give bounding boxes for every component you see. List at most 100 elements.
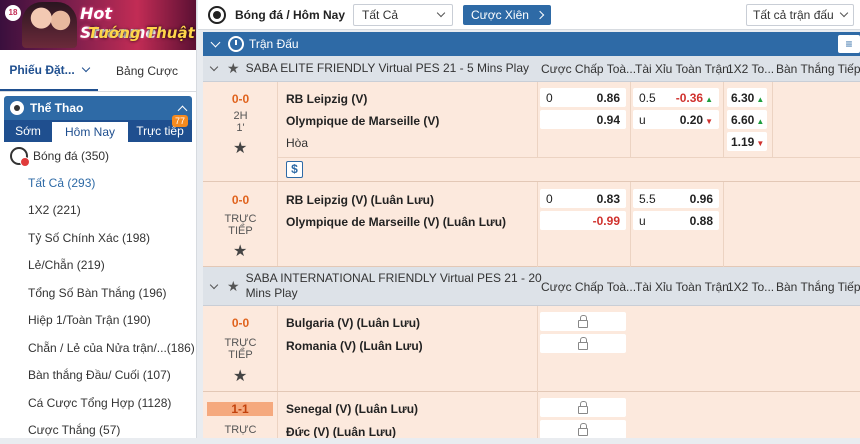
odds-value: 0.83 [597,192,620,206]
tab-bet-slip[interactable]: Phiếu Đặt... [0,50,98,91]
league-header[interactable]: ★ SABA ELITE FRIENDLY Virtual PES 21 - 5… [203,56,860,82]
market-item[interactable]: Chẵn / Lẻ của Nửa trận/...(186) [0,334,196,362]
handicap-home-cell[interactable]: 00.83 [540,189,626,208]
market-item-label: Tất Cả (293) [28,176,95,190]
odds-value: -0.99 [593,214,620,228]
locked-odds-cell[interactable] [540,334,626,353]
row-divider [278,157,860,158]
time-tabs: Sớm Hôm Nay Trực tiếp77 [4,120,192,142]
chevron-down-icon[interactable] [210,280,218,288]
match-row: 0-0TRỰCTIẾP★RB Leipzig (V) (Luân Lưu)Oly… [203,182,860,267]
column-divider [630,182,631,267]
star-icon[interactable]: ★ [227,278,240,295]
menu-icon[interactable]: ≡ [838,35,860,53]
market-filter-select[interactable]: Tất Cả [353,4,453,26]
odds-value: 0.94 [597,113,620,127]
column-divider [537,182,538,267]
star-icon[interactable]: ★ [233,366,247,386]
more-markets-icon[interactable]: $ [286,161,303,178]
top-bar: Bóng đá / Hôm Nay Tất Cả Cược Xiên Tất c… [198,0,860,30]
odds-line: u [639,113,646,127]
draw-label: Hòa [286,136,308,150]
odds-value: -0.36 [676,91,703,105]
section-title: Trận Đấu [249,37,299,51]
x12-odds-value: 6.30 [731,91,754,105]
sport-title: Thể Thao [30,101,83,115]
odds-value-wrap: 0.83 [597,192,620,206]
col-handicap: Cược Chấp Toà... [541,280,636,294]
tab-bet-table[interactable]: Bảng Cược [98,50,196,91]
category-soccer[interactable]: Bóng đá (350) [0,142,196,169]
sport-header[interactable]: Thể Thao [4,96,192,120]
market-item[interactable]: Tỷ Số Chính Xác (198) [0,224,196,252]
section-header[interactable]: Trận Đấu ≡ [203,32,860,56]
chevron-down-icon[interactable] [211,38,221,48]
lock-icon [578,342,588,350]
column-divider [537,392,538,438]
match-score: 0-0 [203,92,278,106]
tab-early[interactable]: Sớm [4,120,52,142]
match-status-2: TIẾP [203,349,278,361]
market-item[interactable]: Tổng Số Bàn Thắng (196) [0,279,196,307]
x12-cell[interactable]: 6.60▲ [727,110,767,129]
trend-up-icon: ▲ [756,95,764,104]
tab-live[interactable]: Trực tiếp77 [128,120,192,142]
match-status: TRỰC [203,424,278,436]
col-handicap: Cược Chấp Toà... [541,62,636,76]
match-row: 1-1TRỰCSenegal (V) (Luân Lưu)Đức (V) (Lu… [203,392,860,438]
sidebar-tabs: Phiếu Đặt... Bảng Cược [0,50,196,92]
market-item[interactable]: Hiệp 1/Toàn Trận (190) [0,307,196,335]
chevron-down-icon [81,63,89,71]
x12-cell[interactable]: 1.19▼ [727,132,767,151]
star-icon[interactable]: ★ [227,60,240,77]
locked-odds-cell[interactable] [540,398,626,417]
column-divider [537,306,538,392]
market-item-label: Hiệp 1/Toàn Trận (190) [28,313,151,327]
market-item[interactable]: Lẻ/Chẵn (219) [0,252,196,280]
match-sort-select[interactable]: Tất cả trận đấu [746,4,854,26]
under-cell[interactable]: u 0.20▼ [633,110,719,129]
x12-cell[interactable]: 6.30▲ [727,88,767,107]
odds-value-wrap: 0.88 [690,214,713,228]
trend-down-icon: ▼ [756,139,764,148]
market-item[interactable]: 1X2 (221) [0,197,196,225]
away-team: Olympique de Marseille (V) [286,114,439,128]
away-team: Romania (V) (Luân Lưu) [286,339,423,353]
home-team: RB Leipzig (V) (Luân Lưu) [286,193,434,207]
parlay-label: Cược Xiên [471,8,529,22]
star-icon[interactable]: ★ [233,241,247,261]
trend-up-icon: ▲ [756,117,764,126]
locked-odds-cell[interactable] [540,420,626,438]
col-1x2: 1X2 To... [727,62,774,76]
odds-value-wrap: 0.20▼ [680,113,713,127]
league-name: SABA INTERNATIONAL FRIENDLY Virtual PES … [246,271,546,301]
column-divider [537,82,538,157]
market-item[interactable]: Cược Thắng (57) [0,417,196,444]
handicap-away-cell[interactable]: 0.94 [540,110,626,129]
x12-odds: 6.60▲ [731,113,764,127]
match-minute: 1' [203,122,278,134]
locked-odds-cell[interactable] [540,312,626,331]
star-icon[interactable]: ★ [233,138,247,158]
market-item[interactable]: Tất Cả (293) [0,169,196,197]
away-team: Đức (V) (Luân Lưu) [286,425,396,438]
soccer-ball-icon [10,101,24,115]
over-cell[interactable]: 0.5-0.36▲ [633,88,719,107]
market-item[interactable]: Cá Cược Tổng Hợp (1128) [0,389,196,417]
banner-image [22,2,77,48]
chevron-up-icon[interactable] [178,105,188,115]
trend-down-icon: ▼ [705,117,713,126]
parlay-button[interactable]: Cược Xiên [463,5,551,25]
under-cell[interactable]: u0.88 [633,211,719,230]
soccer-ball-icon [208,6,226,24]
over-cell[interactable]: 5.50.96 [633,189,719,208]
market-item[interactable]: Bàn thắng Đầu/ Cuối (107) [0,362,196,390]
category-label: Bóng đá (350) [33,149,109,163]
promo-banner[interactable]: 18 Hot Streamer Tướng Thuật [0,0,196,50]
handicap-home-cell[interactable]: 00.86 [540,88,626,107]
market-item-label: Cược Thắng (57) [28,423,120,437]
handicap-away-cell[interactable]: -0.99 [540,211,626,230]
tab-today[interactable]: Hôm Nay [52,120,128,142]
league-header[interactable]: ★ SABA INTERNATIONAL FRIENDLY Virtual PES… [203,267,860,306]
chevron-down-icon[interactable] [210,63,218,71]
